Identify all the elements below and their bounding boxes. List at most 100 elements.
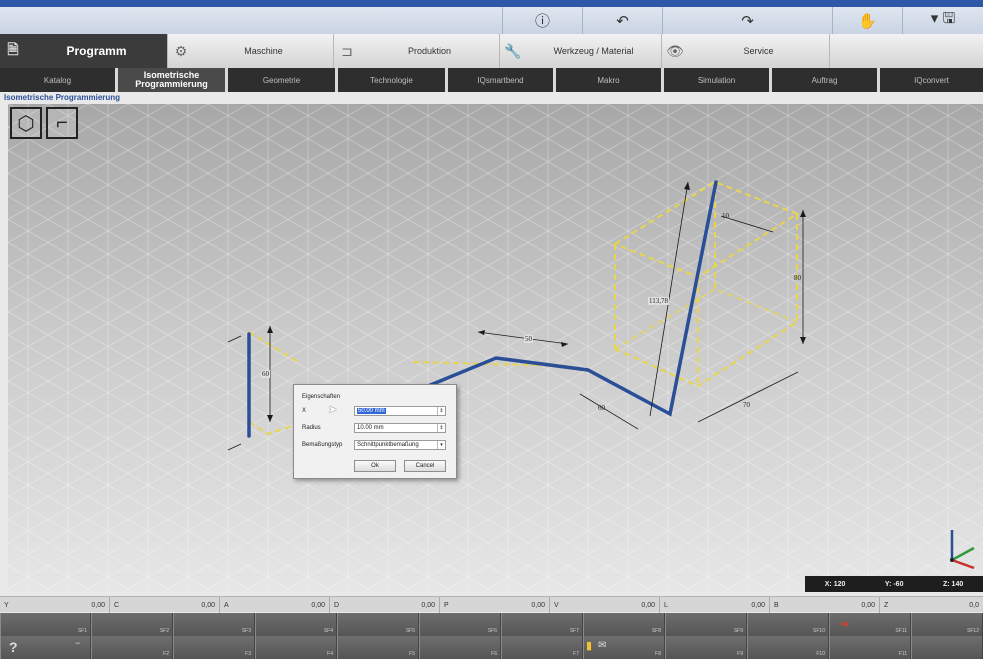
radius-field-value: 10.00 mm	[357, 425, 384, 431]
radius-field[interactable]: 10.00 mm ⇕	[354, 423, 446, 433]
softkey-f8[interactable]: F8	[583, 636, 665, 659]
subtab-iqconvert[interactable]: IQconvert	[880, 68, 983, 92]
isometric-grid	[8, 104, 983, 592]
view-title: Isometrische Programmierung	[4, 93, 121, 102]
softkey-f11[interactable]: F11	[829, 636, 911, 659]
spinner-icon[interactable]: ⇕	[437, 424, 445, 432]
value-cell-d[interactable]: D 0,00	[330, 597, 440, 613]
subtab-makro[interactable]: Makro	[556, 68, 664, 92]
value-label: C	[114, 601, 120, 609]
dimension-label[interactable]: 80	[794, 274, 801, 282]
subtab-label: Isometrische Programmierung	[135, 70, 208, 89]
radius-field-row: Radius 10.00 mm ⇕	[302, 423, 458, 433]
value-cell-p[interactable]: P 0,00	[440, 597, 550, 613]
softkey-label: F2	[163, 651, 169, 657]
tab-maschine[interactable]: ⚙ Maschine	[168, 34, 334, 68]
undo-button[interactable]: ↶	[582, 7, 662, 34]
softkey-sf12[interactable]: SF12	[911, 613, 983, 636]
softkey-sf11[interactable]: ⇥ SF11	[829, 613, 911, 636]
spinner-icon[interactable]: ⇕	[437, 407, 445, 415]
subtab-label: IQsmartbend	[477, 75, 524, 85]
tab-service[interactable]: 👁 Service	[662, 34, 830, 68]
softkey-sf4[interactable]: SF4	[255, 613, 337, 636]
softkey-f9[interactable]: F9	[665, 636, 747, 659]
subtab-iqsmartbend[interactable]: IQsmartbend	[448, 68, 556, 92]
softkey-f3[interactable]: F3	[173, 636, 255, 659]
subtab-geometrie[interactable]: Geometrie	[228, 68, 338, 92]
value-cell-y[interactable]: Y 0,00	[0, 597, 110, 613]
view-3d-button[interactable]: ⬡	[10, 107, 42, 139]
softkey-f2[interactable]: F2	[91, 636, 173, 659]
softkey-sf10[interactable]: SF10	[747, 613, 829, 636]
softkey-label: F10	[816, 651, 825, 657]
subtab-label: Makro	[597, 75, 620, 85]
softkey-sf8[interactable]: SF8	[583, 613, 665, 636]
softkey-f4[interactable]: F4	[255, 636, 337, 659]
softkey-sf7[interactable]: SF7	[501, 613, 583, 636]
cancel-button[interactable]: Cancel	[404, 460, 446, 472]
subtab-katalog[interactable]: Katalog	[0, 68, 118, 92]
subtab-technologie[interactable]: Technologie	[338, 68, 448, 92]
subtab-isometrische-programmierung[interactable]: Isometrische Programmierung	[118, 68, 228, 92]
tab-label: Produktion	[407, 46, 452, 56]
value-cell-c[interactable]: C 0,00	[110, 597, 220, 613]
softkey-row-2: ? − F2 F3 F4 F5 F6 ▮ ✉ F7 F8 F9 F10 F11	[0, 636, 983, 659]
view-profile-button[interactable]: ⌐	[46, 107, 78, 139]
softkey-label: SF2	[159, 628, 169, 634]
softkey-f6[interactable]: F6	[419, 636, 501, 659]
value-cell-z[interactable]: Z 0,0	[880, 597, 983, 613]
dimension-label[interactable]: 113,78	[648, 297, 669, 305]
softkey-f10[interactable]: F10	[747, 636, 829, 659]
tab-produktion[interactable]: ⊐ Produktion	[334, 34, 500, 68]
coord-x: X: 120	[824, 580, 846, 588]
dimension-label[interactable]: 10	[722, 212, 729, 220]
softkey-label: F4	[327, 651, 333, 657]
softkey-label: SF9	[733, 628, 743, 634]
subtab-simulation[interactable]: Simulation	[664, 68, 772, 92]
x-field[interactable]: 50.00 mm ⇕	[354, 406, 446, 416]
dimension-label[interactable]: 60	[261, 370, 270, 378]
tab-programm[interactable]: 🗎 Programm	[0, 34, 168, 68]
tab-label: Werkzeug / Material	[553, 46, 634, 56]
dimension-label[interactable]: 60	[598, 404, 605, 412]
x-field-value: 50.00 mm	[357, 408, 386, 414]
dimension-type-select[interactable]: Schnittpunktbemaßung ▾	[354, 440, 446, 450]
softkey-sf1[interactable]: SF1	[0, 613, 91, 636]
softkey-help[interactable]: ? −	[0, 636, 91, 659]
tab-werkzeug-material[interactable]: 🔧 Werkzeug / Material	[500, 34, 662, 68]
softkey-f5[interactable]: F5	[337, 636, 419, 659]
value-cell-a[interactable]: A 0,00	[220, 597, 330, 613]
touch-button[interactable]: ✋	[832, 7, 902, 34]
subtab-auftrag[interactable]: Auftrag	[772, 68, 880, 92]
value-cell-v[interactable]: V 0,00	[550, 597, 660, 613]
redo-button[interactable]: ↷	[662, 7, 832, 34]
coordinate-readout: X: 120 Y: -60 Z: 140	[805, 576, 983, 592]
value-cell-b[interactable]: B 0,00	[770, 597, 880, 613]
softkey-sf5[interactable]: SF5	[337, 613, 419, 636]
dimension-label[interactable]: 70	[743, 401, 750, 409]
collapse-icon: −	[75, 638, 81, 648]
subtab-label: Auftrag	[811, 75, 838, 85]
isometric-viewport[interactable]: 60 50 60 113,78 80 10 70 ⬡ ⌐ X: 120 Y: -…	[8, 104, 983, 592]
softkey-sf2[interactable]: SF2	[91, 613, 173, 636]
value-label: P	[444, 601, 449, 609]
value-number: 0,00	[751, 601, 765, 609]
softkey-f7[interactable]: ▮ ✉ F7	[501, 636, 606, 659]
value-label: A	[224, 601, 229, 609]
save-button[interactable]: ▾ 🖫	[902, 7, 983, 34]
ok-button[interactable]: Ok	[354, 460, 396, 472]
softkey-label: SF6	[487, 628, 497, 634]
cube-icon: ⬡	[17, 112, 35, 135]
softkey-label: F6	[491, 651, 497, 657]
dimension-label[interactable]: 50	[524, 335, 533, 343]
main-tab-bar: 🗎 Programm ⚙ Maschine ⊐ Produktion 🔧 Wer…	[0, 34, 983, 68]
value-cell-l[interactable]: L 0,00	[660, 597, 770, 613]
bracket-icon: ⊐	[341, 42, 353, 59]
softkey-f12[interactable]	[911, 636, 983, 659]
softkey-sf6[interactable]: SF6	[419, 613, 501, 636]
softkey-sf9[interactable]: SF9	[665, 613, 747, 636]
softkey-sf3[interactable]: SF3	[173, 613, 255, 636]
info-button[interactable]: ⓘ	[502, 7, 582, 34]
subtab-label: Simulation	[697, 75, 736, 85]
softkey-label: F9	[737, 651, 743, 657]
